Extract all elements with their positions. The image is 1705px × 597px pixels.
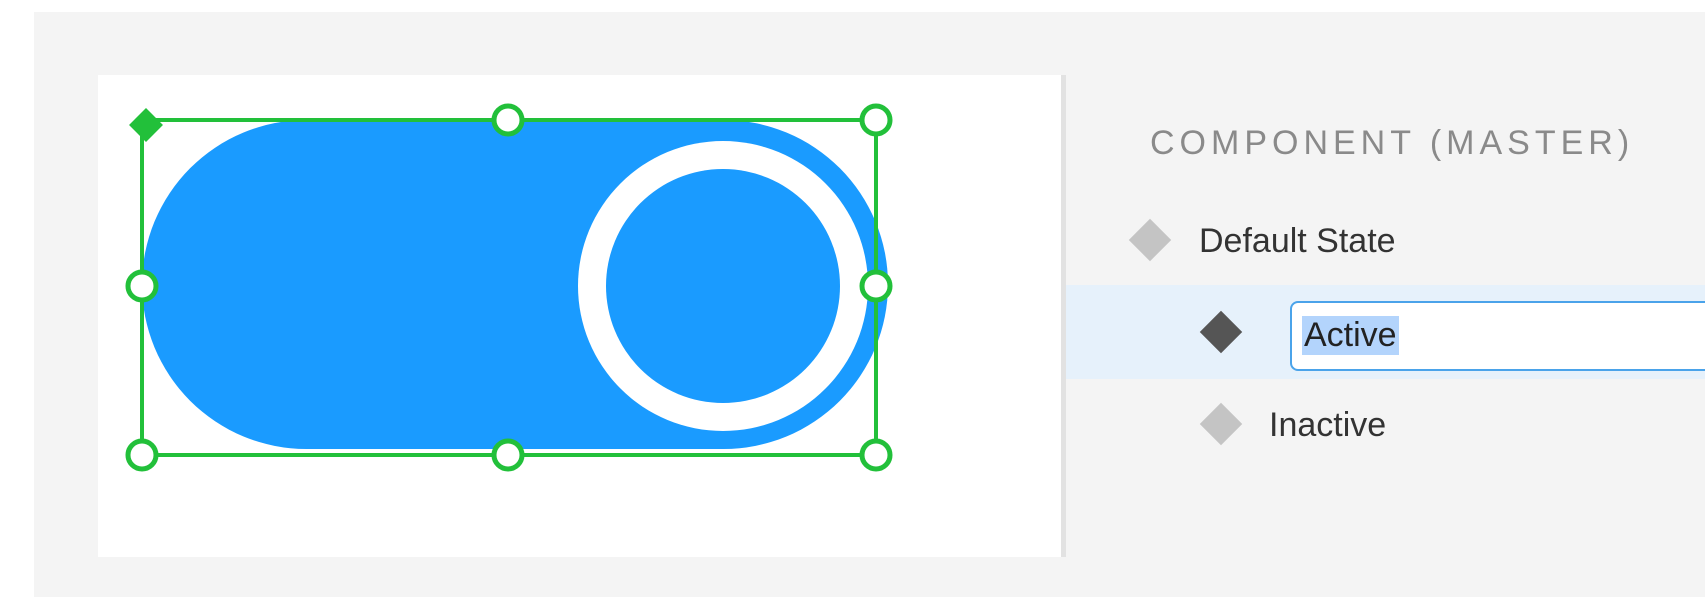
toggle-switch-artwork[interactable] [98,75,1061,557]
state-row-default[interactable]: Default State [1066,193,1705,287]
state-row-active[interactable]: Active [1066,285,1705,379]
artboard-canvas[interactable] [98,75,1061,557]
resize-handle-bottom-right[interactable] [859,438,893,472]
section-title: COMPONENT (MASTER) [1150,124,1635,162]
resize-handle-bottom-left[interactable] [125,438,159,472]
diamond-light-icon [1128,218,1172,262]
resize-handle-middle-left[interactable] [125,269,159,303]
component-states-panel: COMPONENT (MASTER) Default State Active … [1066,75,1705,557]
state-label-default: Default State [1199,222,1396,260]
diamond-light-icon [1199,402,1243,446]
state-row-inactive[interactable]: Inactive [1066,377,1705,471]
resize-handle-top-center[interactable] [491,103,525,137]
resize-handle-middle-right[interactable] [859,269,893,303]
toggle-knob [606,169,840,403]
state-label-inactive: Inactive [1269,406,1387,444]
resize-handle-bottom-center[interactable] [491,438,525,472]
xd-workspace: COMPONENT (MASTER) Default State Active … [34,12,1705,597]
resize-handle-top-right[interactable] [859,103,893,137]
diamond-dark-icon [1199,310,1243,354]
component-master-diamond-handle[interactable] [129,108,163,142]
state-name-selected-text: Active [1302,316,1399,355]
